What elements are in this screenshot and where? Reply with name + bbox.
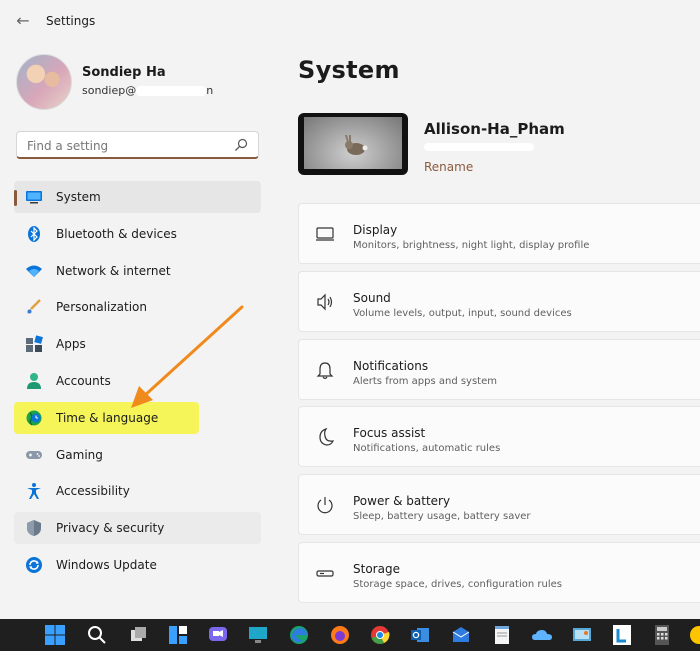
device-name: Allison-Ha_Pham: [424, 120, 565, 138]
rabbit-wallpaper: [345, 134, 368, 155]
user-email-text: sondiep@: [82, 84, 137, 97]
shield-icon: [27, 520, 41, 537]
calculator-icon[interactable]: [651, 624, 673, 646]
search-input[interactable]: [25, 136, 229, 156]
globe-clock-icon: [26, 410, 42, 426]
card-title: Focus assist: [353, 426, 426, 441]
chat-icon[interactable]: [207, 624, 229, 646]
sidebar-item-accounts[interactable]: Accounts: [14, 365, 261, 397]
sidebar-item-apps[interactable]: Apps: [14, 328, 261, 360]
notepad-icon[interactable]: [491, 624, 513, 646]
speaker-icon: [317, 293, 333, 311]
card-power-battery[interactable]: Power & battery Sleep, battery usage, ba…: [298, 474, 700, 536]
title-bar: ← Settings: [0, 0, 700, 44]
task-view-icon[interactable]: [128, 624, 150, 646]
card-description: Notifications, automatic rules: [353, 443, 501, 455]
card-focus-assist[interactable]: Focus assist Notifications, automatic ru…: [298, 406, 700, 468]
card-description: Storage space, drives, configuration rul…: [353, 578, 562, 590]
gamepad-icon: [26, 450, 42, 459]
sidebar-item-label: Apps: [56, 337, 86, 352]
sidebar-item-personalization[interactable]: Personalization: [14, 291, 261, 323]
chrome-icon[interactable]: [369, 624, 391, 646]
card-description: Monitors, brightness, night light, displ…: [353, 240, 590, 251]
card-title: Storage: [353, 561, 400, 576]
selection-indicator: [14, 190, 17, 206]
sidebar-item-label: Network & internet: [56, 263, 171, 278]
redaction-mark: [424, 143, 534, 151]
back-button[interactable]: ←: [12, 10, 34, 32]
sidebar-item-label: Time & language: [56, 410, 159, 425]
mail-icon[interactable]: [450, 624, 472, 646]
control-panel-icon[interactable]: [571, 624, 593, 646]
avatar: [16, 54, 72, 110]
card-display[interactable]: Display Monitors, brightness, night ligh…: [298, 203, 700, 264]
accessibility-icon: [27, 483, 41, 500]
start-icon[interactable]: [44, 624, 66, 646]
moon-icon: [319, 428, 335, 446]
sidebar-item-time-language[interactable]: Time & language: [14, 401, 199, 434]
wallpaper-image: [304, 117, 402, 169]
sidebar-item-privacy-security[interactable]: Privacy & security: [14, 512, 261, 545]
user-email: sondiep@ n: [82, 84, 213, 97]
outlook-icon[interactable]: [409, 624, 431, 646]
sidebar-item-network[interactable]: Network & internet: [14, 255, 261, 287]
sidebar-item-label: System: [56, 190, 101, 204]
search-box[interactable]: [16, 131, 259, 159]
firefox-icon[interactable]: [329, 624, 351, 646]
card-storage[interactable]: Storage Storage space, drives, configura…: [298, 541, 700, 603]
sidebar-item-system[interactable]: System: [14, 181, 261, 213]
monitor-icon: [316, 227, 334, 241]
drive-icon: [316, 570, 334, 577]
sidebar-item-bluetooth[interactable]: Bluetooth & devices: [14, 218, 261, 250]
card-title: Display: [353, 223, 398, 237]
person-icon: [27, 372, 41, 389]
bluetooth-icon: [28, 225, 40, 242]
power-icon: [317, 497, 333, 514]
brush-icon: [27, 299, 41, 315]
update-icon: [26, 556, 42, 573]
sidebar-item-accessibility[interactable]: Accessibility: [14, 475, 261, 507]
rename-link[interactable]: Rename: [424, 160, 473, 174]
settings-card-list: Display Monitors, brightness, night ligh…: [298, 203, 700, 610]
sidebar-item-label: Windows Update: [56, 557, 157, 572]
edge-icon[interactable]: [288, 624, 310, 646]
lync-icon[interactable]: [611, 624, 633, 646]
user-profile[interactable]: Sondiep Ha sondiep@ n: [16, 52, 266, 112]
sidebar-item-label: Accounts: [56, 373, 111, 388]
sidebar-item-label: Gaming: [56, 447, 103, 462]
sidebar-item-label: Personalization: [56, 300, 147, 315]
card-sound[interactable]: Sound Volume levels, output, input, soun…: [298, 270, 700, 332]
card-description: Volume levels, output, input, sound devi…: [353, 307, 572, 319]
card-title: Power & battery: [353, 494, 451, 509]
remote-desktop-icon[interactable]: [247, 624, 269, 646]
card-description: Sleep, battery usage, battery saver: [353, 511, 531, 523]
system-icon: [26, 191, 42, 204]
bell-icon: [316, 361, 334, 379]
taskbar: [0, 619, 700, 651]
sidebar-item-windows-update[interactable]: Windows Update: [14, 549, 261, 581]
page-title: System: [298, 56, 400, 84]
card-title: Notifications: [353, 358, 429, 373]
sidebar-item-label: Privacy & security: [56, 521, 165, 536]
search-icon[interactable]: [86, 624, 108, 646]
wifi-icon: [26, 265, 42, 277]
emoji-icon[interactable]: [688, 624, 700, 646]
card-title: Sound: [353, 290, 391, 305]
user-name: Sondiep Ha: [82, 65, 166, 80]
user-email-tail: n: [206, 84, 214, 97]
onedrive-icon[interactable]: [531, 624, 553, 646]
redaction-mark: [136, 86, 207, 96]
card-description: Alerts from apps and system: [353, 375, 497, 387]
sidebar-item-label: Bluetooth & devices: [56, 226, 177, 241]
app-title: Settings: [46, 14, 96, 28]
search-icon[interactable]: [234, 138, 248, 152]
sidebar-item-label: Accessibility: [56, 484, 130, 499]
device-thumbnail: [298, 113, 408, 175]
apps-icon: [26, 335, 43, 353]
sidebar-item-gaming[interactable]: Gaming: [14, 439, 261, 471]
sidebar-nav: System Bluetooth & devices Network & int…: [14, 181, 261, 586]
card-notifications[interactable]: Notifications Alerts from apps and syste…: [298, 338, 700, 400]
widgets-icon[interactable]: [167, 624, 189, 646]
